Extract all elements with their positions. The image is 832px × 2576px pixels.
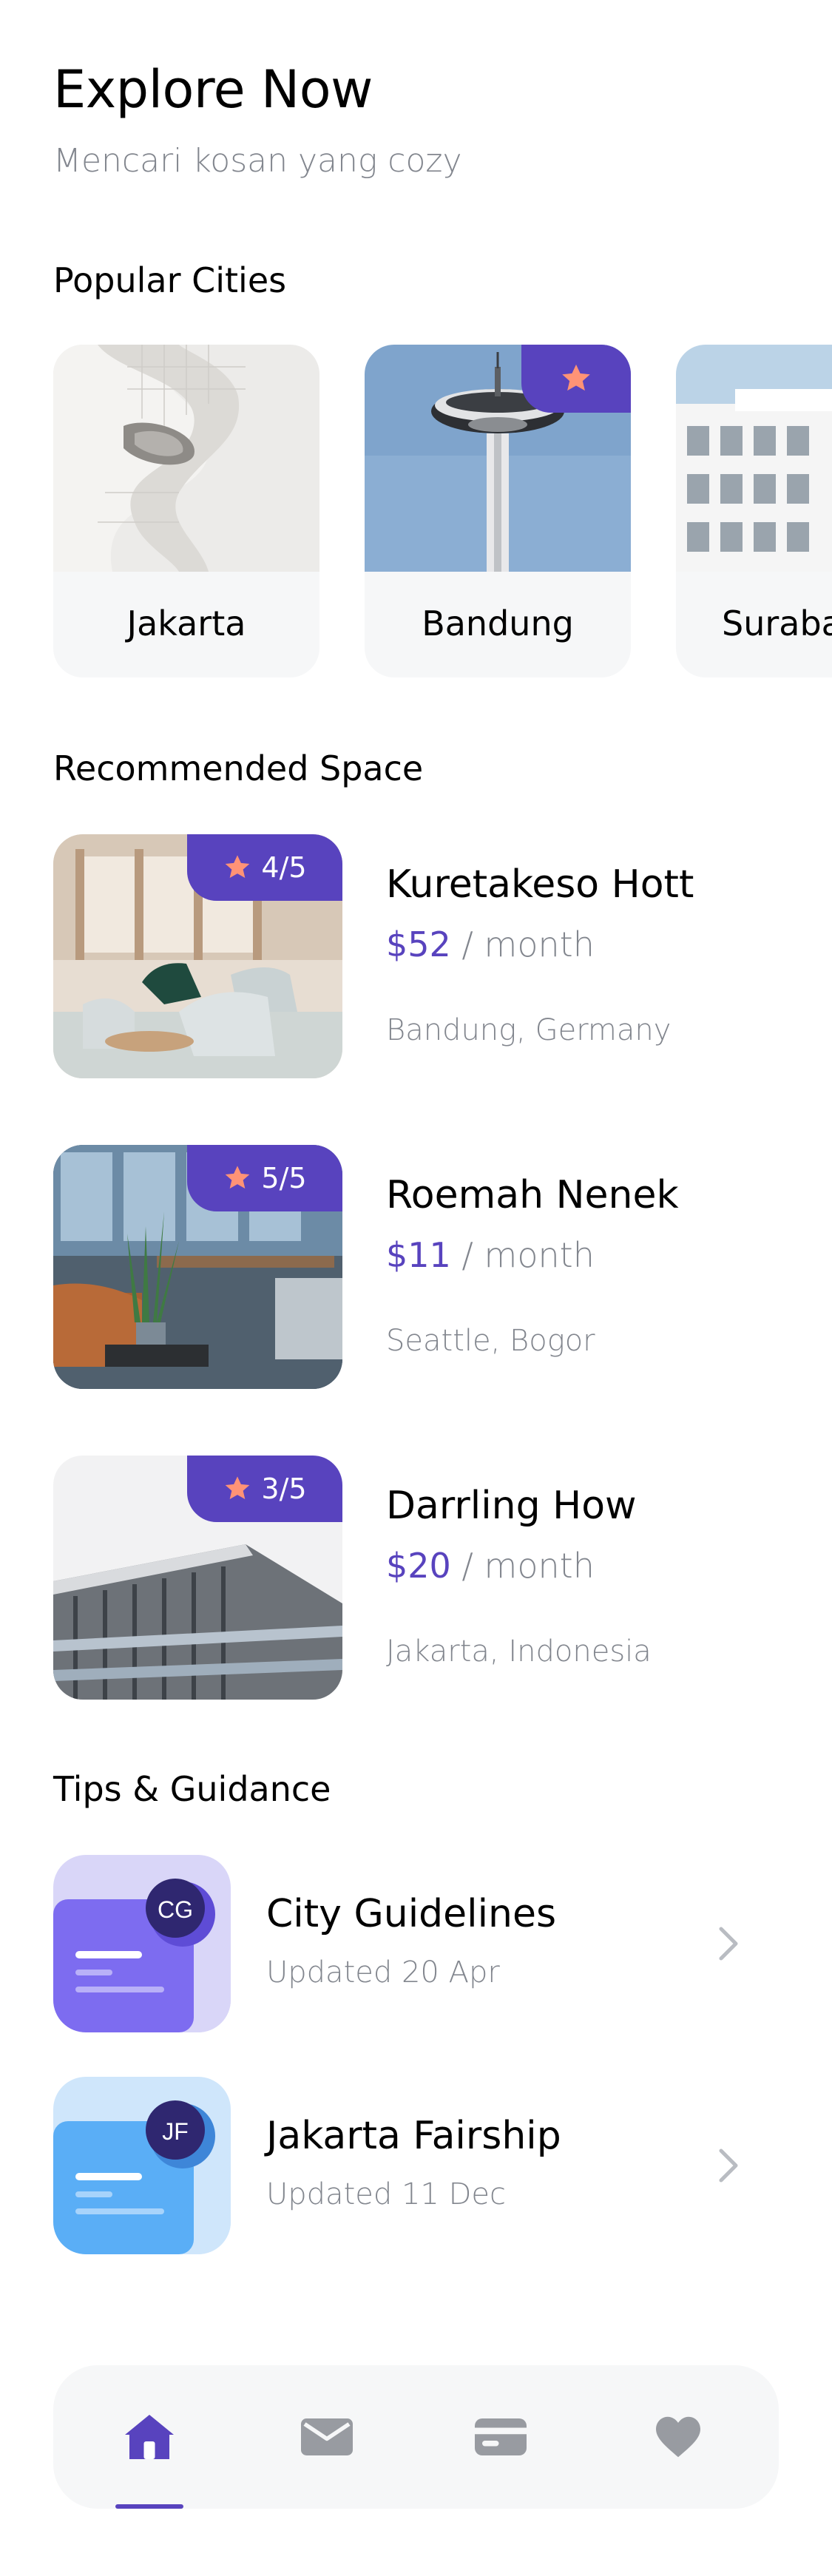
popular-cities-title: Popular Cities bbox=[53, 260, 287, 300]
rating-value: 3/5 bbox=[261, 1473, 307, 1505]
space-location: Jakarta, Indonesia bbox=[386, 1634, 652, 1669]
document-icon: CG bbox=[53, 1855, 231, 2032]
rating-badge: 3/5 bbox=[187, 1456, 342, 1522]
recommended-title: Recommended Space bbox=[53, 748, 424, 788]
active-tab-indicator bbox=[115, 2504, 183, 2509]
price-period: / month bbox=[450, 1546, 595, 1586]
rating-badge: 4/5 bbox=[187, 834, 342, 901]
space-price: $52 / month bbox=[386, 924, 595, 964]
tip-item-jakarta-fairship[interactable]: JF Jakarta Fairship Updated 11 Dec bbox=[53, 2077, 763, 2254]
price-period: / month bbox=[450, 924, 595, 964]
space-image: 4/5 bbox=[53, 834, 342, 1078]
space-price: $11 / month bbox=[386, 1235, 595, 1275]
space-image: 5/5 bbox=[53, 1145, 342, 1389]
space-price: $20 / month bbox=[386, 1546, 595, 1586]
tip-item-city-guidelines[interactable]: CG City Guidelines Updated 20 Apr bbox=[53, 1855, 763, 2032]
tip-initials: JF bbox=[162, 2118, 189, 2145]
document-icon: JF bbox=[53, 2077, 231, 2254]
space-name: Kuretakeso Hott bbox=[386, 862, 694, 907]
nav-favorites[interactable] bbox=[612, 2365, 745, 2509]
star-icon bbox=[226, 1166, 250, 1189]
tip-title: Jakarta Fairship bbox=[266, 2114, 561, 2158]
recommended-item[interactable]: 3/5 Darrling How $20 / month Jakarta, In… bbox=[53, 1456, 793, 1700]
bottom-navigation bbox=[53, 2365, 779, 2509]
tip-title: City Guidelines bbox=[266, 1892, 557, 1936]
star-icon bbox=[226, 855, 250, 878]
recommended-item[interactable]: 4/5 Kuretakeso Hott $52 / month Bandung,… bbox=[53, 834, 793, 1078]
card-icon bbox=[475, 2418, 527, 2455]
heart-icon bbox=[656, 2416, 700, 2458]
popular-cities-list: Jakarta Bandung Suraba bbox=[53, 345, 832, 679]
space-location: Bandung, Germany bbox=[386, 1013, 672, 1047]
space-image: 3/5 bbox=[53, 1456, 342, 1700]
rating-badge: 5/5 bbox=[187, 1145, 342, 1211]
city-image-jakarta bbox=[53, 345, 319, 572]
rating-value: 5/5 bbox=[261, 1162, 307, 1194]
tip-updated: Updated 11 Dec bbox=[266, 2177, 506, 2211]
featured-badge bbox=[521, 345, 631, 413]
price-amount: $20 bbox=[386, 1546, 451, 1586]
chevron-right-icon[interactable] bbox=[715, 2143, 742, 2188]
city-name: Surabaya bbox=[722, 604, 832, 643]
nav-messages[interactable] bbox=[260, 2365, 393, 2509]
city-image-surabaya bbox=[676, 345, 832, 572]
star-icon bbox=[226, 1476, 250, 1499]
space-name: Roemah Nenek bbox=[386, 1173, 679, 1217]
city-card-jakarta[interactable]: Jakarta bbox=[53, 345, 319, 677]
chevron-right-icon[interactable] bbox=[715, 1921, 742, 1966]
city-name: Jakarta bbox=[126, 604, 246, 643]
recommended-item[interactable]: 5/5 Roemah Nenek $11 / month Seattle, Bo… bbox=[53, 1145, 793, 1389]
space-name: Darrling How bbox=[386, 1484, 637, 1528]
space-location: Seattle, Bogor bbox=[386, 1324, 595, 1358]
star-icon bbox=[562, 364, 590, 391]
city-name: Bandung bbox=[422, 604, 574, 643]
rating-value: 4/5 bbox=[261, 851, 307, 884]
nav-home[interactable] bbox=[83, 2365, 216, 2509]
price-amount: $11 bbox=[386, 1235, 451, 1275]
price-amount: $52 bbox=[386, 924, 451, 964]
tip-initials: CG bbox=[158, 1896, 193, 1923]
page-title: Explore Now bbox=[53, 59, 373, 120]
nav-cards[interactable] bbox=[434, 2365, 567, 2509]
tip-updated: Updated 20 Apr bbox=[266, 1955, 500, 1990]
page-subtitle: Mencari kosan yang cozy bbox=[53, 142, 462, 180]
mail-icon bbox=[301, 2418, 353, 2455]
city-card-bandung[interactable]: Bandung bbox=[365, 345, 631, 677]
city-card-surabaya[interactable]: Surabaya bbox=[676, 345, 832, 677]
home-icon bbox=[125, 2415, 174, 2459]
price-period: / month bbox=[450, 1235, 595, 1275]
tips-title: Tips & Guidance bbox=[53, 1769, 331, 1809]
